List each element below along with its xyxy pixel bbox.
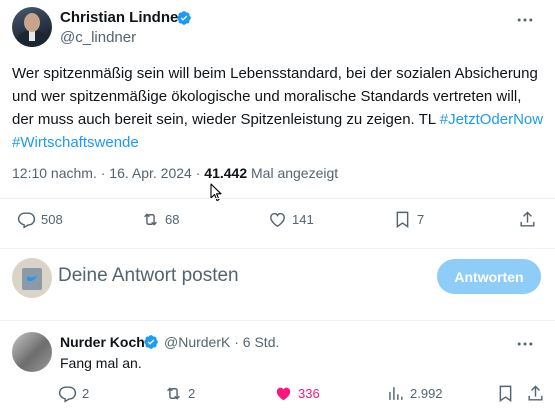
- divider: [0, 198, 555, 199]
- bookmark-action[interactable]: 7: [393, 210, 424, 229]
- reply-tweet: Nurder Koch @NurderK · 6 Std. Fang mal a…: [0, 322, 555, 415]
- verified-icon: [177, 11, 191, 25]
- author-avatar[interactable]: [12, 7, 52, 47]
- bird-avatar-icon: [22, 268, 42, 290]
- reply-bookmark-action[interactable]: [496, 384, 515, 403]
- views-label: Mal angezeigt: [251, 165, 339, 181]
- reply-age[interactable]: 6 Std.: [243, 334, 280, 350]
- reply-actions: 2 2 336 2.992: [0, 384, 555, 406]
- verified-icon: [144, 335, 158, 349]
- reply-icon: [17, 212, 36, 229]
- reply-like-action[interactable]: 336: [274, 384, 320, 403]
- reply-views-action[interactable]: 2.992: [386, 384, 443, 403]
- reply-text: Fang mal an.: [60, 355, 142, 371]
- meta-dot: ·: [100, 165, 110, 181]
- main-tweet: Christian Lindner @c_lindner Wer spitzen…: [0, 0, 555, 250]
- reply-author-name[interactable]: Nurder Koch: [60, 334, 145, 350]
- reply-action[interactable]: 508: [17, 210, 63, 229]
- hashtag-wirtschaftswende[interactable]: #Wirtschaftswende: [12, 134, 139, 151]
- reply-reply-action[interactable]: 2: [58, 384, 89, 403]
- hashtag-jetztodernow[interactable]: #JetztOderNow: [440, 111, 543, 128]
- reply-author-handle[interactable]: @NurderK: [164, 334, 230, 350]
- reply-author-meta: @NurderK · 6 Std.: [164, 334, 279, 350]
- avatar-face: [24, 13, 40, 32]
- reply-icon: [58, 386, 77, 403]
- bookmark-icon: [499, 385, 512, 402]
- reply-like-count: 336: [298, 386, 320, 401]
- like-filled-icon: [276, 387, 291, 401]
- more-icon[interactable]: [515, 334, 535, 354]
- repost-icon: [167, 387, 180, 400]
- bookmark-icon: [396, 211, 409, 228]
- repost-action[interactable]: 68: [141, 210, 179, 229]
- reply-views-count: 2.992: [410, 386, 443, 401]
- share-action[interactable]: [518, 210, 537, 229]
- tweet-date[interactable]: 16. Apr. 2024: [109, 165, 192, 181]
- divider: [0, 248, 555, 249]
- reply-submit-button[interactable]: Antworten: [437, 259, 541, 294]
- tweet-time[interactable]: 12:10 nachm.: [12, 165, 97, 181]
- share-icon: [520, 211, 535, 227]
- views-count: 41.442: [204, 165, 248, 181]
- reply-composer: Deine Antwort posten Antworten: [0, 251, 555, 321]
- like-count: 141: [292, 212, 314, 227]
- divider: [0, 320, 555, 321]
- reply-input[interactable]: Deine Antwort posten: [58, 265, 239, 287]
- reply-author-avatar[interactable]: [12, 332, 52, 372]
- meta-dot: ·: [234, 334, 243, 350]
- reply-count: 508: [41, 212, 63, 227]
- more-icon[interactable]: [515, 10, 535, 30]
- mouse-cursor-icon: [210, 183, 222, 202]
- tweet-meta: 12:10 nachm. · 16. Apr. 2024 · 41.442 Ma…: [12, 165, 338, 181]
- repost-count: 68: [165, 212, 180, 227]
- author-name[interactable]: Christian Lindner: [60, 9, 184, 26]
- bookmark-count: 7: [417, 212, 425, 227]
- tweet-actions: 508 68 141 7: [0, 210, 555, 232]
- own-avatar[interactable]: [12, 258, 52, 298]
- reply-repost-count: 2: [188, 386, 196, 401]
- repost-icon: [144, 213, 157, 226]
- like-icon: [270, 212, 285, 228]
- views-icon: [389, 387, 403, 400]
- reply-share-action[interactable]: [526, 384, 545, 403]
- like-action[interactable]: 141: [268, 210, 314, 229]
- meta-dot: ·: [195, 165, 205, 181]
- tweet-text: Wer spitzenmäßig sein will beim Lebensst…: [12, 62, 547, 154]
- reply-repost-action[interactable]: 2: [164, 384, 195, 403]
- avatar-collar: [29, 31, 35, 41]
- author-handle[interactable]: @c_lindner: [60, 29, 136, 46]
- share-icon: [528, 385, 543, 401]
- reply-reply-count: 2: [82, 386, 90, 401]
